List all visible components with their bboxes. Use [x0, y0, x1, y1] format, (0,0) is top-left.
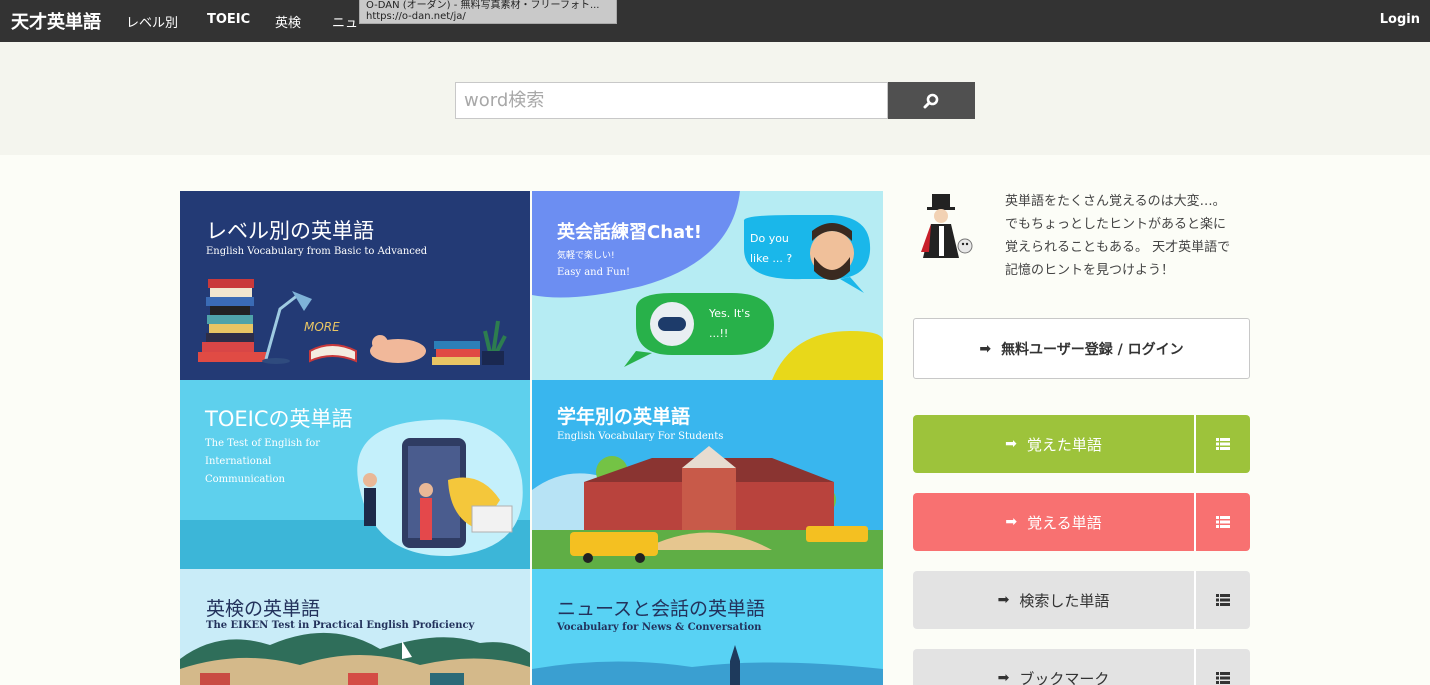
bookmark-button[interactable]: ➡ ブックマーク [913, 649, 1250, 685]
tile-subtitle: Vocabulary for News & Conversation [557, 622, 762, 633]
nav-link-level[interactable]: レベル別 [126, 12, 178, 31]
to-learn-words-button[interactable]: ➡ 覚える単語 [913, 493, 1250, 551]
books-illustration: MORE [198, 279, 507, 365]
tile-toeic-vocabulary[interactable]: TOEICの英単語 The Test of English for Intern… [180, 380, 530, 569]
searched-words-button[interactable]: ➡ 検索した単語 [913, 571, 1250, 629]
nav-link-eiken[interactable]: 英検 [275, 12, 301, 31]
learned-words-button[interactable]: ➡ 覚えた単語 [913, 415, 1250, 473]
tile-subtitle-jp: 気軽で楽しい! [557, 251, 615, 261]
register-label: 無料ユーザー登録 / ログイン [1001, 341, 1184, 358]
arrow-right-icon: ➡ [997, 592, 1010, 608]
chat-bubble-question: Do you like ... ? [750, 232, 793, 265]
searched-words-list-button[interactable] [1196, 571, 1250, 629]
learned-words-main[interactable]: ➡ 覚えた単語 [913, 415, 1194, 473]
register-login-button[interactable]: ➡ 無料ユーザー登録 / ログイン [913, 318, 1250, 379]
brand-logo[interactable]: 天才英単語 [11, 8, 101, 34]
list-icon [1216, 438, 1230, 450]
search-button[interactable] [888, 82, 975, 119]
list-icon [1216, 594, 1230, 606]
list-icon [1216, 516, 1230, 528]
arrow-right-icon: ➡ [1005, 436, 1017, 452]
tile-title: 学年別の英単語 [557, 406, 691, 428]
tile-subtitle-en: Easy and Fun! [557, 267, 631, 278]
search-band [0, 42, 1430, 155]
tooltip-title: O-DAN (オーダン) - 無料写真素材・フリーフォト... [366, 0, 600, 11]
intro-text: 英単語をたくさん覚えるのは大変…。 でもちょっとしたヒントがあると楽に 覚えられ… [1005, 190, 1255, 282]
arrow-right-icon: ➡ [979, 340, 992, 357]
login-link[interactable]: Login [1380, 12, 1420, 27]
learned-words-label: 覚えた単語 [1026, 435, 1102, 454]
tile-subtitle-line1: The Test of English for [205, 438, 321, 449]
genius-mascot-image [921, 194, 973, 258]
to-learn-words-label: 覚える単語 [1027, 513, 1102, 532]
top-nav-bar: 天才英単語 レベル別 TOEIC 英検 ニュー Login [0, 0, 1430, 42]
bookmark-main[interactable]: ➡ ブックマーク [913, 649, 1194, 685]
list-icon [1216, 672, 1230, 684]
intro-line-4: 記憶のヒントを見つけよう！ [1005, 263, 1175, 278]
tile-level-vocabulary[interactable]: レベル別の英単語 English Vocabulary from Basic t… [180, 191, 530, 380]
intro-line-3: 覚えられることもある。 天才英単語で [1005, 240, 1231, 255]
arrow-right-icon: ➡ [997, 670, 1010, 685]
link-tooltip: O-DAN (オーダン) - 無料写真素材・フリーフォト... https://… [359, 0, 617, 24]
arrow-right-icon: ➡ [1005, 514, 1018, 530]
more-art-text: MORE [304, 320, 340, 334]
to-learn-words-main[interactable]: ➡ 覚える単語 [913, 493, 1194, 551]
searched-words-main[interactable]: ➡ 検索した単語 [913, 571, 1194, 629]
to-learn-words-list-button[interactable] [1196, 493, 1250, 551]
bookmark-list-button[interactable] [1196, 649, 1250, 685]
tile-subtitle-line3: Communication [205, 474, 285, 485]
tile-subtitle: English Vocabulary For Students [557, 431, 724, 442]
tile-title: TOEICの英単語 [205, 407, 353, 431]
tile-title: 英会話練習Chat! [557, 222, 702, 243]
searched-words-label: 検索した単語 [1019, 591, 1110, 610]
chat-bubble-answer: Yes. It's ...!! [709, 307, 751, 340]
tile-eiken-vocabulary[interactable]: 英検の英単語 The EIKEN Test in Practical Engli… [180, 569, 530, 685]
learned-words-list-button[interactable] [1196, 415, 1250, 473]
search-icon [923, 93, 939, 109]
word-search-input[interactable] [455, 82, 888, 119]
tile-subtitle: The EIKEN Test in Practical English Prof… [206, 620, 475, 631]
bookmark-label: ブックマーク [1019, 669, 1110, 685]
tooltip-url: https://o-dan.net/ja/ [366, 11, 466, 22]
intro-line-1: 英単語をたくさん覚えるのは大変…。 [1005, 194, 1226, 209]
tile-student-vocabulary[interactable]: 学年別の英単語 English Vocabulary For Students [532, 380, 883, 569]
tile-news-vocabulary[interactable]: ニュースと会話の英単語 Vocabulary for News & Conver… [532, 569, 883, 685]
tile-chat-practice[interactable]: 英会話練習Chat! 気軽で楽しい! Easy and Fun! Do you … [532, 191, 883, 380]
tile-title: ニュースと会話の英単語 [557, 598, 766, 620]
nav-link-toeic[interactable]: TOEIC [207, 12, 250, 27]
intro-line-2: でもちょっとしたヒントがあると楽に [1005, 217, 1227, 232]
tile-subtitle-line2: International [205, 456, 272, 467]
